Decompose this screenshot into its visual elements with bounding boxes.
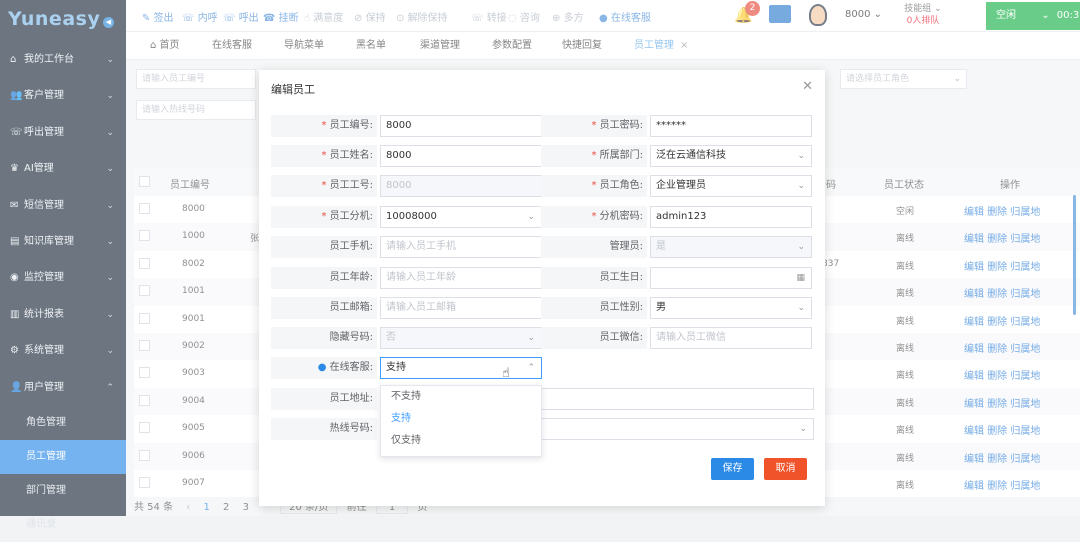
- field-label-hidden-number: 隐藏号码:: [271, 327, 377, 349]
- field-label-text: 分机密码:: [599, 211, 643, 222]
- field-label-password: * 员工密码:: [541, 115, 647, 137]
- field-extension[interactable]: 10008000 ⌄: [380, 206, 542, 228]
- placeholder: 请输入员工手机: [386, 241, 456, 252]
- required-mark: *: [591, 211, 600, 222]
- field-label-text: 员工手机:: [329, 241, 373, 252]
- field-ext-password[interactable]: admin123: [650, 206, 812, 228]
- field-label-text: 员工分机:: [329, 211, 373, 222]
- field-label-text: 在线客服:: [329, 362, 373, 373]
- field-value: 支持: [386, 362, 406, 373]
- field-label-address: 员工地址:: [271, 388, 377, 410]
- dropdown-option[interactable]: 仅支持: [381, 430, 541, 452]
- field-label-text: 员工姓名:: [329, 150, 373, 161]
- field-value: 泛在云通信科技: [656, 150, 726, 161]
- placeholder: 请输入员工邮箱: [386, 302, 456, 313]
- field-label-mobile: 员工手机:: [271, 236, 377, 258]
- field-value: 8000: [386, 120, 412, 131]
- field-label-online-service: ● 在线客服:: [271, 357, 377, 379]
- field-role[interactable]: 企业管理员 ⌄: [650, 175, 812, 197]
- save-button[interactable]: 保存: [711, 458, 754, 480]
- cancel-button[interactable]: 取消: [764, 458, 807, 480]
- field-value: 男: [656, 302, 666, 313]
- field-value: 企业管理员: [656, 180, 706, 191]
- chevron-down-icon: ⌄: [799, 424, 807, 434]
- dropdown-option[interactable]: 支持: [381, 408, 541, 430]
- field-label-text: 员工角色:: [599, 180, 643, 191]
- field-gender[interactable]: 男 ⌄: [650, 297, 812, 319]
- field-label-text: 管理员:: [609, 241, 643, 252]
- field-label-text: 员工年龄:: [329, 272, 373, 283]
- placeholder: 请输入员工微信: [656, 332, 726, 343]
- required-mark: *: [591, 120, 600, 131]
- field-value: ******: [656, 120, 686, 131]
- field-label-hotline: 热线号码:: [271, 418, 377, 440]
- field-mobile[interactable]: 请输入员工手机: [380, 236, 542, 258]
- info-dot-icon: ●: [317, 362, 330, 373]
- calendar-icon[interactable]: ▦: [796, 268, 805, 288]
- field-label-text: 员工微信:: [599, 332, 643, 343]
- field-label-gender: 员工性别:: [541, 297, 647, 319]
- field-value: admin123: [656, 211, 707, 222]
- chevron-up-icon: ⌃: [527, 363, 535, 373]
- field-label-email: 员工邮箱:: [271, 297, 377, 319]
- field-department[interactable]: 泛在云通信科技 ⌄: [650, 145, 812, 167]
- chevron-down-icon: ⌄: [797, 242, 805, 252]
- field-label-age: 员工年龄:: [271, 267, 377, 289]
- dialog-title: 编辑员工: [271, 83, 315, 96]
- field-birthday[interactable]: ▦: [650, 267, 812, 289]
- field-label-text: 员工地址:: [329, 393, 373, 404]
- field-label-employee-no: * 员工编号:: [271, 115, 377, 137]
- field-value: 8000: [386, 180, 412, 191]
- field-label-birthday: 员工生日:: [541, 267, 647, 289]
- required-mark: *: [591, 150, 600, 161]
- field-wechat[interactable]: 请输入员工微信: [650, 327, 812, 349]
- field-label-text: 热线号码:: [329, 423, 373, 434]
- chevron-down-icon: ⌄: [797, 181, 805, 191]
- close-icon[interactable]: ✕: [802, 79, 813, 94]
- placeholder: 请输入员工年龄: [386, 272, 456, 283]
- field-label-ext-password: * 分机密码:: [541, 206, 647, 228]
- field-value: 是: [656, 241, 666, 252]
- field-job-no: 8000: [380, 175, 542, 197]
- field-label-text: 员工密码:: [599, 120, 643, 131]
- field-value: 10008000: [386, 211, 437, 222]
- field-label-text: 员工邮箱:: [329, 302, 373, 313]
- field-label-extension: * 员工分机:: [271, 206, 377, 228]
- field-label-wechat: 员工微信:: [541, 327, 647, 349]
- field-online-service[interactable]: 支持 ⌃: [380, 357, 542, 379]
- field-label-text: 隐藏号码:: [329, 332, 373, 343]
- dropdown-option[interactable]: 不支持: [381, 386, 541, 408]
- field-email[interactable]: 请输入员工邮箱: [380, 297, 542, 319]
- field-label-role: * 员工角色:: [541, 175, 647, 197]
- required-mark: *: [321, 180, 330, 191]
- field-label-text: 员工编号:: [329, 120, 373, 131]
- required-mark: *: [591, 180, 600, 191]
- field-label-text: 所属部门:: [599, 150, 643, 161]
- field-label-department: * 所属部门:: [541, 145, 647, 167]
- field-label-text: 员工生日:: [599, 272, 643, 283]
- chevron-down-icon: ⌄: [797, 303, 805, 313]
- required-mark: *: [321, 211, 330, 222]
- required-mark: *: [321, 120, 330, 131]
- field-label-text: 员工性别:: [599, 302, 643, 313]
- chevron-down-icon: ⌄: [797, 151, 805, 161]
- field-age[interactable]: 请输入员工年龄: [380, 267, 542, 289]
- field-hidden-number: 否 ⌄: [380, 327, 542, 349]
- mouse-cursor-icon: ☝: [502, 366, 510, 381]
- field-label-job-no: * 员工工号:: [271, 175, 377, 197]
- field-admin: 是 ⌄: [650, 236, 812, 258]
- online-service-dropdown: 不支持 支持 仅支持: [380, 385, 542, 457]
- field-label-admin: 管理员:: [541, 236, 647, 258]
- field-label-text: 员工工号:: [329, 180, 373, 191]
- field-name[interactable]: 8000: [380, 145, 542, 167]
- chevron-down-icon: ⌄: [527, 212, 535, 222]
- field-value: 8000: [386, 150, 412, 161]
- required-mark: *: [321, 150, 330, 161]
- field-password[interactable]: ******: [650, 115, 812, 137]
- field-label-name: * 员工姓名:: [271, 145, 377, 167]
- chevron-down-icon: ⌄: [527, 333, 535, 343]
- field-value: 否: [386, 332, 396, 343]
- field-employee-no[interactable]: 8000: [380, 115, 542, 137]
